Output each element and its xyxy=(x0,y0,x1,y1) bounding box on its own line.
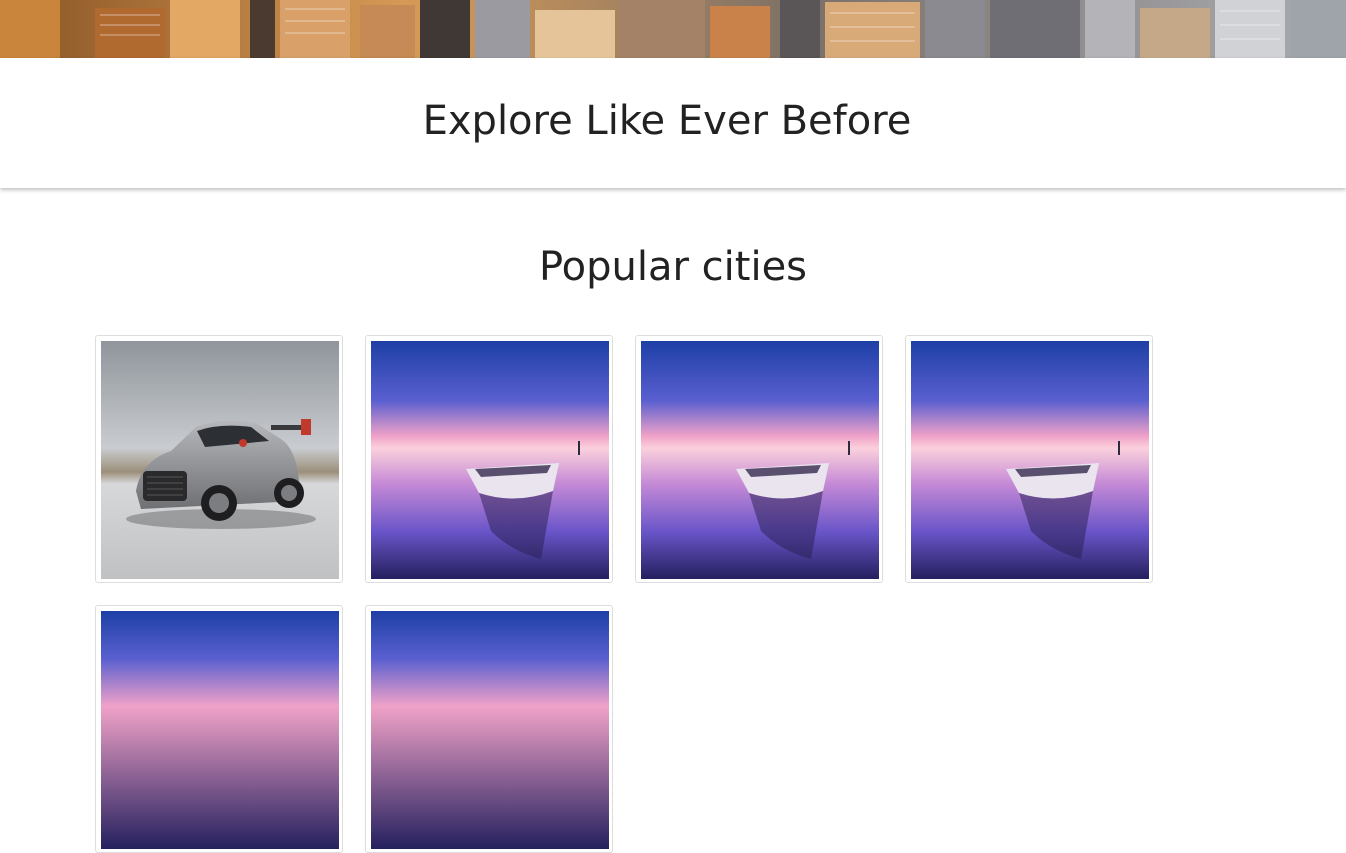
city-card[interactable] xyxy=(95,605,343,853)
sunset-boat-image[interactable] xyxy=(911,341,1149,579)
sunset-boat-image[interactable] xyxy=(371,341,609,579)
city-card[interactable] xyxy=(365,335,613,583)
hero-header: Explore Like Ever Before xyxy=(0,58,1346,188)
section-title: Popular cities xyxy=(538,244,808,290)
sports-car-image[interactable] xyxy=(101,341,339,579)
skyline-image xyxy=(0,0,1346,58)
city-card[interactable] xyxy=(905,335,1153,583)
sunset-boat-image[interactable] xyxy=(641,341,879,579)
city-card[interactable] xyxy=(635,335,883,583)
city-card[interactable] xyxy=(365,605,613,853)
city-card[interactable] xyxy=(95,335,343,583)
city-skyline-banner xyxy=(0,0,1346,58)
page-title: Explore Like Ever Before xyxy=(422,98,912,144)
